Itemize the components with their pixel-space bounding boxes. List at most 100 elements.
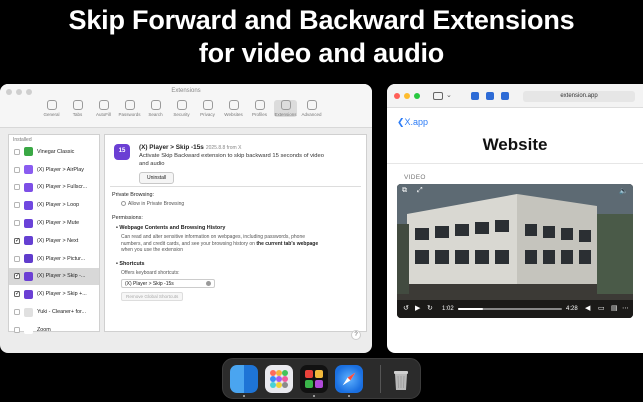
- divider: [110, 186, 361, 187]
- minimize-button[interactable]: [404, 93, 410, 99]
- enable-checkbox[interactable]: [14, 326, 20, 333]
- list-item[interactable]: (X) Player > Next: [9, 232, 99, 250]
- list-item-label: (X) Player > Pictur...: [37, 255, 86, 262]
- window-controls[interactable]: [394, 93, 420, 99]
- list-item[interactable]: Zoom: [9, 321, 99, 339]
- extensions-list: Installed Vinegar Classic (X) Player > Ai…: [8, 134, 100, 335]
- toolbar-item-general[interactable]: General: [40, 100, 63, 117]
- extension-icon: [24, 289, 33, 299]
- enable-checkbox[interactable]: [14, 184, 20, 191]
- toolbar-item-search[interactable]: Search: [144, 100, 167, 117]
- allow-private-option[interactable]: Allow in Private Browsing: [121, 201, 184, 208]
- extension-icon[interactable]: [501, 92, 509, 100]
- toolbar-item-websites[interactable]: Websites: [222, 100, 245, 117]
- toolbar-item-label: Websites: [224, 112, 243, 117]
- progress-fill: [458, 308, 483, 310]
- list-item[interactable]: (X) Player > AirPlay: [9, 161, 99, 179]
- toolbar-item-privacy[interactable]: Privacy: [196, 100, 219, 117]
- x-player-icon[interactable]: [300, 365, 328, 393]
- enable-checkbox[interactable]: [14, 290, 20, 298]
- private-browsing-label: Private Browsing:: [112, 192, 154, 198]
- toolbar-item-profiles[interactable]: Profiles: [248, 100, 271, 117]
- extension-icon[interactable]: [471, 92, 479, 100]
- back-link[interactable]: ❮X.app: [397, 117, 428, 128]
- video-player[interactable]: ⧉ ⤢ 🔈 ↺ ▶ ↻ 1:02 4:28 ◀ ▭ ▤ ⋯: [397, 184, 633, 318]
- list-item-label: Zoom: [37, 326, 51, 333]
- x-player-logo-icon: [305, 370, 323, 388]
- list-item[interactable]: Vinegar Classic: [9, 143, 99, 161]
- mute-icon[interactable]: 🔈: [619, 187, 628, 195]
- sidebar-icon[interactable]: [433, 92, 443, 100]
- list-item[interactable]: (X) Player > Mute: [9, 214, 99, 232]
- toolbar-item-passwords[interactable]: Passwords: [118, 100, 141, 117]
- headline-line-2: for video and audio: [198, 38, 445, 68]
- extension-icon: [24, 271, 33, 281]
- address-bar[interactable]: extension.app: [523, 91, 635, 102]
- clear-icon[interactable]: [206, 281, 211, 286]
- remove-shortcuts-button[interactable]: Remove Global Shortcuts: [121, 292, 184, 301]
- list-item[interactable]: (X) Player > Skip -...: [9, 267, 99, 286]
- radio-icon[interactable]: [121, 201, 126, 206]
- running-indicator: [313, 395, 315, 397]
- extension-icon: [24, 325, 33, 335]
- subtitles-icon[interactable]: ▤: [611, 304, 618, 312]
- extension-icon[interactable]: [486, 92, 494, 100]
- zoom-button[interactable]: [414, 93, 420, 99]
- lock-icon: [176, 100, 187, 110]
- volume-icon[interactable]: ◀: [585, 304, 590, 312]
- airplay-icon[interactable]: ▭: [598, 304, 605, 312]
- toolbar-item-advanced[interactable]: Advanced: [300, 100, 323, 117]
- play-icon[interactable]: ▶: [415, 304, 420, 312]
- list-item-label: (X) Player > Mute: [37, 220, 80, 227]
- list-item[interactable]: (X) Player > Loop: [9, 196, 99, 214]
- globe-icon: [228, 100, 239, 110]
- enable-checkbox[interactable]: [14, 272, 20, 280]
- finder-icon[interactable]: [230, 365, 258, 393]
- enable-checkbox[interactable]: [14, 255, 20, 262]
- skip-backward-icon: [114, 144, 130, 160]
- enable-checkbox[interactable]: [14, 166, 20, 173]
- safari-icon[interactable]: [335, 365, 363, 393]
- toolbar-item-tabs[interactable]: Tabs: [66, 100, 89, 117]
- shortcut-field[interactable]: (X) Player > Skip -15s: [121, 279, 215, 288]
- help-button[interactable]: ?: [351, 330, 361, 340]
- extension-name: (X) Player > Skip -15s 2025.8.8 from X: [139, 144, 242, 151]
- dock: [222, 358, 421, 399]
- extension-detail: (X) Player > Skip -15s2025.8.8 from X Ac…: [104, 134, 367, 332]
- list-item[interactable]: (X) Player > Fullscr...: [9, 179, 99, 197]
- toolbar-item-extensions[interactable]: Extensions: [274, 100, 297, 117]
- toolbar-item-label: Passwords: [118, 112, 141, 117]
- gears-icon: [306, 100, 317, 110]
- list-item[interactable]: (X) Player > Pictur...: [9, 250, 99, 268]
- enable-checkbox[interactable]: [14, 309, 20, 316]
- skip-back-icon[interactable]: ↺: [403, 304, 409, 312]
- chevron-down-icon[interactable]: ⌄: [446, 91, 452, 99]
- close-button[interactable]: [394, 93, 400, 99]
- key-icon: [124, 100, 135, 110]
- toolbar-item-autofill[interactable]: AutoFill: [92, 100, 115, 117]
- enable-checkbox[interactable]: [14, 148, 20, 155]
- pip-icon[interactable]: ⧉: [402, 187, 407, 195]
- fullscreen-icon[interactable]: ⤢: [417, 187, 423, 195]
- toolbar-item-security[interactable]: Security: [170, 100, 193, 117]
- enable-checkbox[interactable]: [14, 220, 20, 227]
- toolbar-item-label: AutoFill: [95, 112, 111, 117]
- trash-icon[interactable]: [387, 365, 415, 393]
- search-icon: [150, 100, 161, 110]
- more-icon[interactable]: ⋯: [622, 304, 629, 312]
- launchpad-grid-icon: [270, 370, 288, 388]
- divider: [387, 163, 643, 164]
- list-header: Installed: [13, 137, 32, 143]
- list-item[interactable]: (X) Player > Skip +...: [9, 285, 99, 303]
- enable-checkbox[interactable]: [14, 202, 20, 209]
- skip-forward-icon[interactable]: ↻: [427, 304, 433, 312]
- uninstall-button[interactable]: Uninstall: [139, 172, 175, 184]
- page-title: Website: [482, 135, 548, 154]
- running-indicator: [243, 395, 245, 397]
- video-label: VIDEO: [404, 174, 426, 181]
- launchpad-icon[interactable]: [265, 365, 293, 393]
- enable-checkbox[interactable]: [14, 237, 20, 244]
- progress-track[interactable]: [458, 308, 562, 310]
- extension-icon: [24, 254, 33, 264]
- list-item[interactable]: Yuki - Cleaner+ for...: [9, 303, 99, 321]
